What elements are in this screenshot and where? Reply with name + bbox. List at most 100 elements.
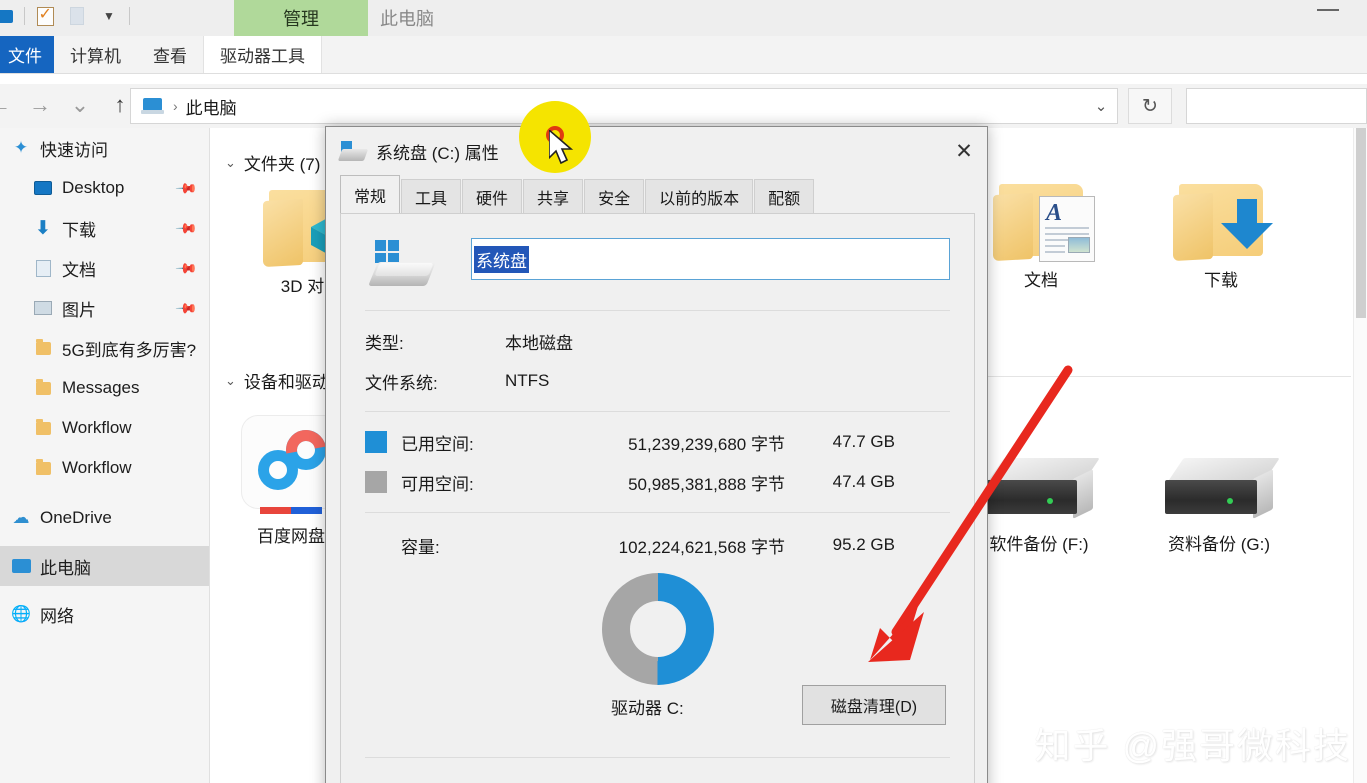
tab-view[interactable]: 查看 — [137, 36, 203, 73]
info-row-type: 类型: 本地磁盘 — [365, 321, 950, 361]
address-input[interactable]: › 此电脑 — [130, 88, 1118, 124]
folder-downloads-icon — [1173, 184, 1273, 262]
pin-icon[interactable]: 📌 — [174, 256, 199, 280]
mouse-pointer-icon — [548, 128, 579, 175]
folder-documents-icon: A — [993, 184, 1095, 262]
info-key: 文件系统: — [365, 373, 438, 393]
sidebar-item-network[interactable]: 🌐 网络 — [0, 594, 209, 634]
forward-button[interactable]: → — [28, 92, 52, 118]
chevron-down-icon[interactable]: ⌄ — [225, 373, 236, 389]
disk-usage-donut — [601, 573, 714, 685]
back-button[interactable]: ← — [0, 92, 12, 118]
info-value: 本地磁盘 — [505, 333, 573, 353]
sidebar-item-downloads[interactable]: ⬇ 下载 📌 — [0, 208, 209, 248]
group-header-folders[interactable]: ⌄ 文件夹 (7) — [225, 150, 320, 175]
used-space-swatch — [365, 431, 387, 453]
divider — [365, 310, 950, 311]
free-space-bytes: 50,985,381,888 字节 — [628, 474, 785, 494]
network-icon: 🌐 — [11, 606, 31, 623]
this-pc-icon — [8, 559, 34, 573]
up-button[interactable]: ↑ — [108, 92, 132, 118]
close-icon[interactable]: ✕ — [941, 127, 987, 175]
breadcrumb-separator: › — [173, 98, 178, 114]
tab-sharing[interactable]: 共享 — [523, 179, 584, 213]
this-pc-icon-address — [141, 97, 165, 115]
pin-icon[interactable]: 📌 — [174, 296, 199, 320]
group-header-label: 文件夹 (7) — [243, 155, 321, 174]
tile-downloads[interactable]: 下载 — [1131, 184, 1311, 291]
sidebar-item-label: 网络 — [40, 606, 74, 626]
tab-computer[interactable]: 计算机 — [54, 36, 137, 73]
dialog-title: 系统盘 (C:) 属性 — [376, 143, 499, 163]
download-icon: ⬇ — [35, 217, 51, 239]
sidebar-item-label: Workflow — [62, 418, 132, 437]
chevron-down-icon-address[interactable]: ⌄ — [1083, 88, 1119, 124]
recent-locations-button[interactable]: ⌄ — [68, 92, 92, 118]
scrollbar-thumb[interactable] — [1356, 128, 1366, 318]
folder-icon — [30, 458, 56, 475]
pictures-icon — [30, 301, 56, 315]
sidebar-item-label: 文档 — [62, 260, 96, 280]
sidebar-item-label: Workflow — [62, 458, 132, 477]
used-space-label: 已用空间: — [401, 434, 474, 454]
ribbon-tab-row: 文件 计算机 查看 驱动器工具 — [0, 36, 1367, 74]
sidebar-item-this-pc[interactable]: 此电脑 — [0, 546, 209, 586]
pin-icon[interactable]: 📌 — [174, 176, 199, 200]
navigation-pane[interactable]: ✦ 快速访问 Desktop 📌 ⬇ 下载 📌 文档 📌 图片 📌 5G到底有多… — [0, 128, 210, 783]
info-key: 类型: — [365, 333, 404, 353]
dialog-title-bar[interactable]: 系统盘 (C:) 属性 ✕ — [326, 127, 987, 175]
sidebar-item-desktop[interactable]: Desktop 📌 — [0, 168, 209, 208]
breadcrumb[interactable]: 此电脑 — [186, 94, 237, 119]
sidebar-item-label: 图片 — [62, 300, 96, 320]
sidebar-item-folder-5g[interactable]: 5G到底有多厉害? — [0, 328, 209, 368]
sidebar-item-folder-workflow-1[interactable]: Workflow — [0, 408, 209, 448]
windows-logo-icon — [375, 240, 399, 263]
sidebar-item-onedrive[interactable]: ☁ OneDrive — [0, 498, 209, 538]
chevron-down-icon[interactable]: ⌄ — [225, 155, 236, 171]
documents-icon — [30, 259, 56, 277]
sidebar-item-label: 下载 — [62, 220, 96, 240]
tab-hardware[interactable]: 硬件 — [462, 179, 523, 213]
watermark: 知乎 @强哥微科技 — [1034, 725, 1351, 766]
desktop-icon — [30, 181, 56, 195]
sidebar-item-folder-messages[interactable]: Messages — [0, 368, 209, 408]
explorer-window: ▼ 管理 此电脑 文件 计算机 查看 驱动器工具 ← → ⌄ ↑ › 此电脑 ⌄… — [0, 0, 1367, 783]
volume-label-input[interactable]: 系统盘 — [471, 238, 950, 280]
divider — [365, 757, 950, 758]
tab-file[interactable]: 文件 — [0, 36, 54, 73]
drive-caption: 驱动器 C: — [611, 699, 684, 718]
info-value: NTFS — [505, 371, 550, 390]
star-icon: ✦ — [13, 138, 29, 157]
contextual-tab-parent: 此电脑 — [380, 9, 434, 29]
tile-label: 资料备份 (G:) — [1168, 535, 1270, 554]
ribbon: 管理 此电脑 文件 计算机 查看 驱动器工具 — [0, 0, 1367, 74]
contextual-tab-manage[interactable]: 管理 — [234, 0, 368, 36]
sidebar-item-label: 5G到底有多厉害? — [62, 340, 197, 360]
tab-tools[interactable]: 工具 — [401, 179, 462, 213]
sidebar-item-label: OneDrive — [40, 508, 112, 527]
pin-icon[interactable]: 📌 — [174, 216, 199, 240]
refresh-button[interactable]: ↻ — [1128, 88, 1172, 124]
sidebar-item-folder-workflow-2[interactable]: Workflow — [0, 448, 209, 488]
sidebar-item-documents[interactable]: 文档 📌 — [0, 248, 209, 288]
tile-drive-g[interactable]: 资料备份 (G:) — [1129, 458, 1309, 555]
tab-security[interactable]: 安全 — [584, 179, 645, 213]
folder-icon — [30, 418, 56, 435]
address-bar-row: ← → ⌄ ↑ › 此电脑 ⌄ ↻ — [0, 84, 1367, 128]
volume-name-row: 系统盘 — [365, 236, 950, 300]
download-arrow-icon — [1221, 199, 1273, 249]
tab-previous-versions[interactable]: 以前的版本 — [645, 179, 754, 213]
tab-general[interactable]: 常规 — [340, 175, 401, 213]
tab-quota[interactable]: 配额 — [754, 179, 815, 213]
folder-icon — [30, 378, 56, 395]
free-space-label: 可用空间: — [401, 474, 474, 494]
search-input[interactable] — [1186, 88, 1367, 124]
tab-drive-tools[interactable]: 驱动器工具 — [203, 36, 322, 73]
sidebar-item-pictures[interactable]: 图片 📌 — [0, 288, 209, 328]
disk-cleanup-button[interactable]: 磁盘清理(D) — [802, 685, 946, 725]
vertical-scrollbar[interactable] — [1353, 128, 1367, 783]
sidebar-item-label: 快速访问 — [40, 140, 108, 160]
dialog-tab-strip[interactable]: 常规 工具 硬件 共享 安全 以前的版本 配额 — [340, 175, 975, 213]
sidebar-item-quick-access[interactable]: ✦ 快速访问 — [0, 128, 209, 168]
free-space-swatch — [365, 471, 387, 493]
